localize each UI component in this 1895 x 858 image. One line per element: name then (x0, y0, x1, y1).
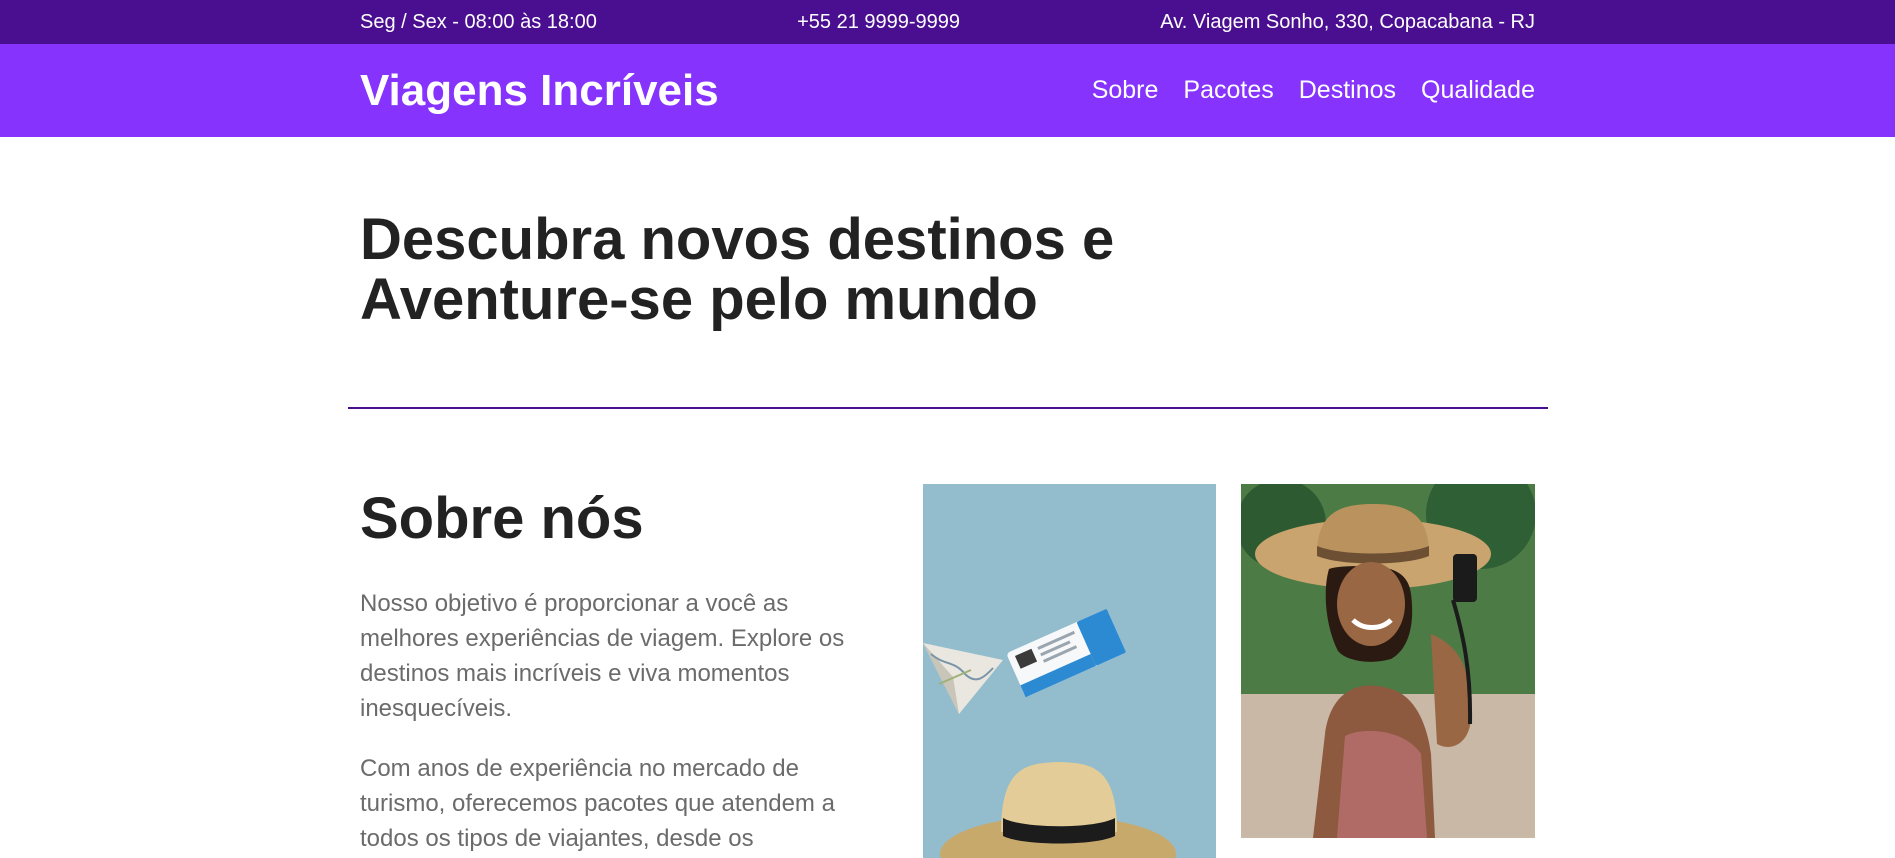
main-navbar: Viagens Incríveis Sobre Pacotes Destinos… (0, 44, 1895, 137)
hero-title-line-1: Descubra novos destinos e (360, 207, 1115, 272)
travel-items-photo (923, 484, 1216, 858)
travel-items-illustration (923, 484, 1216, 858)
address: Av. Viagem Sonho, 330, Copacabana - RJ (1160, 10, 1535, 33)
nav-menu: Sobre Pacotes Destinos Qualidade (1092, 76, 1535, 105)
about-paragraph-2: Com anos de experiência no mercado de tu… (360, 755, 835, 852)
about-paragraph-1: Nosso objetivo é proporcionar a você as … (360, 590, 845, 722)
top-info-bar: Seg / Sex - 08:00 às 18:00 +55 21 9999-9… (0, 0, 1895, 44)
camera-icon (1453, 554, 1477, 602)
nav-link-pacotes[interactable]: Pacotes (1183, 76, 1273, 105)
nav-link-destinos[interactable]: Destinos (1299, 76, 1396, 105)
main-navbar-content: Viagens Incríveis Sobre Pacotes Destinos… (360, 44, 1535, 137)
nav-link-qualidade[interactable]: Qualidade (1421, 76, 1535, 105)
nav-link-sobre[interactable]: Sobre (1092, 76, 1159, 105)
woman-with-camera-photo (1241, 484, 1535, 838)
hero-title-line-2: Aventure-se pelo mundo (360, 267, 1038, 332)
about-heading: Sobre nós (360, 486, 644, 551)
brand-logo-text[interactable]: Viagens Incríveis (360, 66, 719, 116)
woman-with-camera-illustration (1241, 484, 1535, 838)
top-info-bar-content: Seg / Sex - 08:00 às 18:00 +55 21 9999-9… (360, 0, 1535, 44)
business-hours: Seg / Sex - 08:00 às 18:00 (360, 10, 597, 33)
hero-title: Descubra novos destinos e Aventure-se pe… (360, 210, 1260, 330)
section-divider (348, 407, 1548, 409)
phone-number: +55 21 9999-9999 (797, 10, 961, 33)
